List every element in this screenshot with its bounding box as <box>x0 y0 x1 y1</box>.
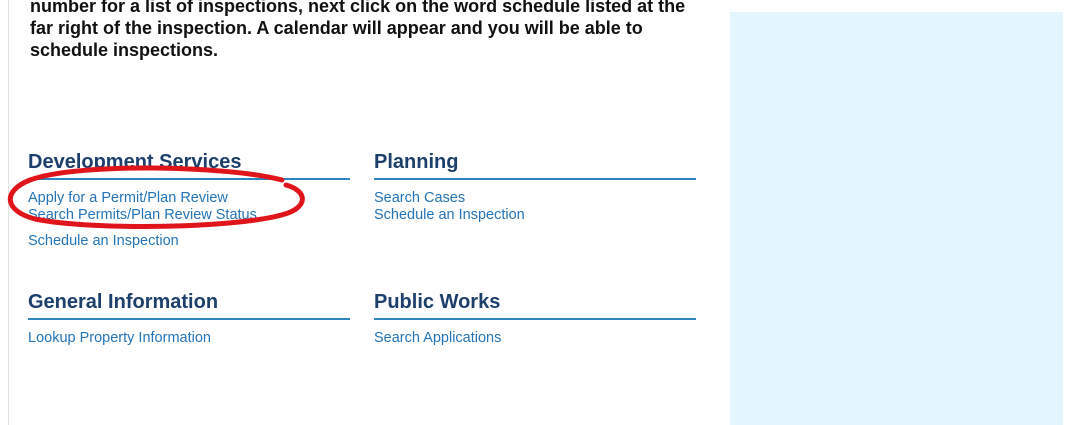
section-heading-development-services: Development Services <box>28 150 350 180</box>
schedule-inspection-link[interactable]: Schedule an Inspection <box>28 232 179 250</box>
instructions-line: schedule inspections. <box>30 40 219 60</box>
planning-schedule-inspection-link[interactable]: Schedule an Inspection <box>374 206 525 224</box>
link-list: Search Applications <box>374 320 696 346</box>
public-works-section: Public Works Search Applications <box>374 290 696 346</box>
sidebar-panel <box>730 12 1063 425</box>
search-applications-link[interactable]: Search Applications <box>374 329 501 347</box>
link-list: Search Cases Schedule an Inspection <box>374 180 696 232</box>
apply-permit-plan-review-link[interactable]: Apply for a Permit/Plan Review <box>28 189 228 207</box>
instructions-text: number for a list of inspections, next c… <box>30 0 710 61</box>
planning-section: Planning Search Cases Schedule an Inspec… <box>374 150 696 232</box>
section-heading-planning: Planning <box>374 150 696 180</box>
search-permits-status-link[interactable]: Search Permits/Plan Review Status <box>28 206 257 224</box>
search-cases-link[interactable]: Search Cases <box>374 189 465 207</box>
general-information-section: General Information Lookup Property Info… <box>28 290 350 346</box>
link-list: Apply for a Permit/Plan Review Search Pe… <box>28 180 350 258</box>
instructions-line: number for a list of inspections, next c… <box>30 0 686 16</box>
section-heading-general-information: General Information <box>28 290 350 320</box>
content-left-border <box>8 0 9 425</box>
instructions-line: far right of the inspection. A calendar … <box>30 18 643 38</box>
section-heading-public-works: Public Works <box>374 290 696 320</box>
lookup-property-information-link[interactable]: Lookup Property Information <box>28 329 211 347</box>
link-list: Lookup Property Information <box>28 320 350 346</box>
development-services-section: Development Services Apply for a Permit/… <box>28 150 350 258</box>
